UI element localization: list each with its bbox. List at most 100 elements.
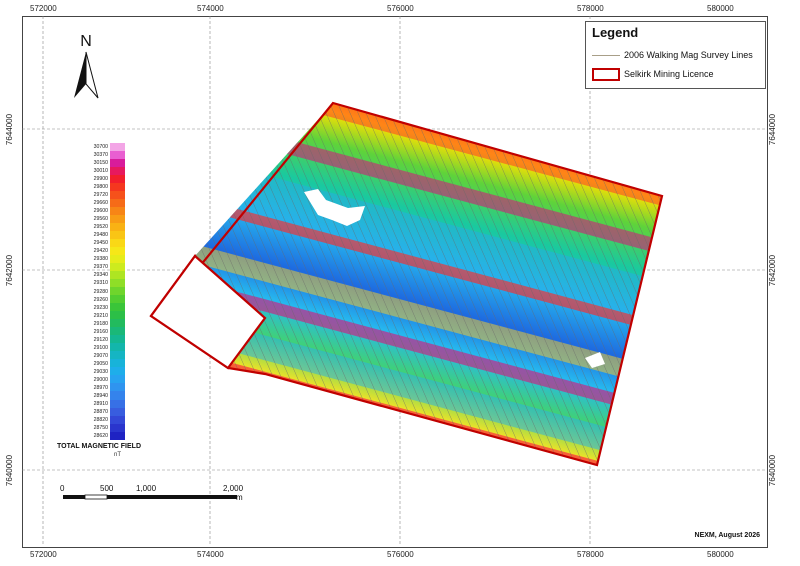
colorbar-swatch — [110, 151, 125, 160]
colorbar-swatch — [110, 303, 125, 312]
colorbar-value-label: 29310 — [93, 280, 108, 287]
colorbar-swatch — [110, 199, 125, 208]
colorbar-value-label: 29660 — [93, 200, 108, 207]
survey-line — [716, 90, 800, 480]
colorbar-value-label: 29420 — [93, 248, 108, 255]
survey-line — [692, 90, 800, 480]
colorbar-swatch — [110, 383, 125, 392]
colorbar-swatch — [110, 207, 125, 216]
colorbar-swatch — [110, 295, 125, 304]
legend-item-label: 2006 Walking Mag Survey Lines — [624, 50, 753, 60]
colorbar-value-label: 29280 — [93, 288, 108, 295]
colorbar-swatch — [110, 431, 125, 440]
colorbar-swatch — [110, 279, 125, 288]
scale-bar: 0 500 1,000 2,000 m — [58, 484, 248, 504]
colorbar-swatch — [110, 239, 125, 248]
survey-line-swatch — [592, 55, 620, 57]
colorbar-swatch — [110, 391, 125, 400]
colorbar-value-label: 29720 — [93, 192, 108, 199]
colorbar-swatch — [110, 343, 125, 352]
y-tick-label: 7642000 — [5, 254, 15, 287]
colorbar-value-label: 29600 — [93, 208, 108, 215]
colorbar-swatch — [110, 335, 125, 344]
colorbar-swatch — [110, 143, 125, 152]
colorbar-value-label: 29210 — [93, 312, 108, 319]
colorbar-swatch — [110, 327, 125, 336]
colorbar-swatch — [110, 399, 125, 408]
x-tick-label: 574000 — [197, 4, 224, 13]
colorbar-value-label: 30150 — [93, 160, 108, 167]
survey-line — [724, 90, 800, 480]
colorbar-swatch — [110, 191, 125, 200]
colorbar-value-label: 29900 — [93, 176, 108, 183]
colorbar-value-label: 29260 — [93, 296, 108, 303]
colorbar-value-label: 29160 — [93, 328, 108, 335]
survey-line — [676, 90, 800, 480]
colorbar-swatch — [110, 167, 125, 176]
colorbar-value-label: 29120 — [93, 336, 108, 343]
colorbar-value-label: 29070 — [93, 352, 108, 359]
x-tick-label: 576000 — [387, 550, 414, 559]
colorbar-swatch — [110, 183, 125, 192]
scale-bar-graphic — [63, 494, 237, 500]
colorbar-swatch — [110, 359, 125, 368]
colorbar-swatch — [110, 375, 125, 384]
x-tick-label: 578000 — [577, 550, 604, 559]
colorbar-value-label: 29450 — [93, 240, 108, 247]
colorbar-swatch — [110, 423, 125, 432]
survey-line — [619, 103, 662, 465]
legend-item-label: Selkirk Mining Licence — [624, 68, 714, 79]
colorbar-swatch — [110, 367, 125, 376]
colorbar-swatch — [110, 247, 125, 256]
colorbar-swatch — [110, 287, 125, 296]
colorbar-swatch — [110, 351, 125, 360]
x-tick-label: 576000 — [387, 4, 414, 13]
colorbar-swatch — [110, 319, 125, 328]
colorbar-value-label: 28940 — [93, 392, 108, 399]
colorbar-value-label: 28870 — [93, 408, 108, 415]
colorbar-value-label: 29560 — [93, 216, 108, 223]
x-tick-label: 578000 — [577, 4, 604, 13]
colorbar-value-label: 29520 — [93, 224, 108, 231]
colorbar-swatch — [110, 223, 125, 232]
y-tick-label: 7640000 — [768, 454, 778, 487]
north-label: N — [80, 33, 92, 50]
colorbar — [110, 143, 125, 440]
colorbar-value-label: 29000 — [93, 376, 108, 383]
x-tick-label: 572000 — [30, 550, 57, 559]
survey-line — [0, 90, 150, 480]
colorbar-value-label: 28820 — [93, 416, 108, 423]
colorbar-value-label: 29230 — [93, 304, 108, 311]
survey-line — [651, 103, 662, 465]
x-tick-label: 574000 — [197, 550, 224, 559]
y-tick-label: 7642000 — [768, 254, 778, 287]
colorbar-swatch — [110, 231, 125, 240]
colorbar-swatch — [110, 311, 125, 320]
y-tick-label: 7640000 — [5, 454, 15, 487]
x-tick-label: 572000 — [30, 4, 57, 13]
colorbar-swatch — [110, 255, 125, 264]
y-tick-label: 7644000 — [5, 113, 15, 146]
colorbar-swatch — [110, 159, 125, 168]
colorbar-labels: 30700 30370 30150 30010 29900 29800 29720 29660… — [84, 143, 108, 440]
colorbar-swatch — [110, 263, 125, 272]
x-tick-label: 580000 — [707, 550, 734, 559]
survey-line — [708, 90, 800, 480]
survey-line — [151, 103, 159, 465]
colorbar-value-label: 28750 — [93, 424, 108, 431]
colorbar-value-label: 30700 — [93, 144, 108, 150]
colorbar-value-label: 29030 — [93, 368, 108, 375]
survey-line — [700, 90, 800, 480]
colorbar-swatch — [110, 175, 125, 184]
colorbar-swatch — [110, 215, 125, 224]
y-tick-label: 7644000 — [768, 113, 778, 146]
colorbar-swatch — [110, 415, 125, 424]
colorbar-value-label: 29340 — [93, 272, 108, 279]
survey-line — [0, 90, 94, 480]
north-arrow-icon: N — [74, 33, 99, 99]
colorbar-value-label: 29800 — [93, 184, 108, 191]
licence-swatch — [592, 68, 620, 81]
survey-line — [668, 90, 800, 480]
survey-line — [659, 103, 662, 465]
survey-line — [732, 90, 800, 480]
